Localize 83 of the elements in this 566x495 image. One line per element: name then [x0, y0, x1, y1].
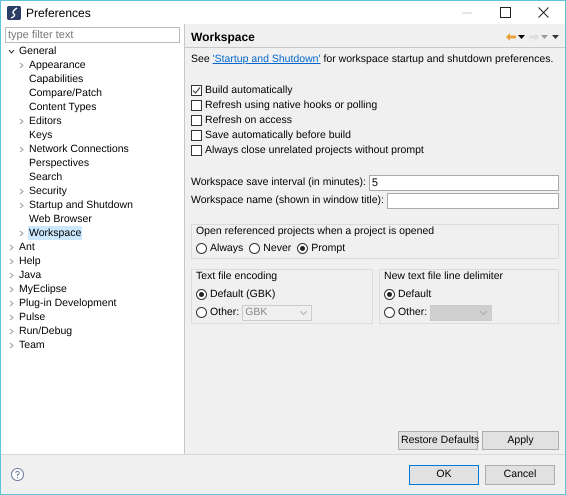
radio-button[interactable]: [196, 307, 207, 318]
chevron-right-icon[interactable]: [8, 342, 14, 348]
group-title: Text file encoding: [196, 269, 278, 284]
tree-item[interactable]: Capabilities: [28, 72, 84, 86]
tree-item[interactable]: Pulse: [18, 310, 46, 324]
radio-button[interactable]: [196, 289, 207, 300]
chevron-right-icon[interactable]: [8, 272, 14, 278]
tree-item[interactable]: Search: [28, 170, 64, 184]
radio-label: Default (GBK): [210, 287, 276, 302]
tree-item[interactable]: Compare/Patch: [28, 86, 103, 100]
chevron-right-icon[interactable]: [8, 314, 14, 320]
tree-item[interactable]: MyEclipse: [18, 282, 68, 296]
tree-item[interactable]: Content Types: [28, 100, 98, 114]
checkbox[interactable]: [191, 85, 202, 96]
radio-button[interactable]: [384, 289, 395, 300]
checkbox[interactable]: [191, 145, 202, 156]
radio-label: Other:: [210, 304, 240, 320]
checkbox-label: Save automatically before build: [205, 128, 351, 143]
radio-label: Prompt: [311, 240, 346, 256]
tree-item[interactable]: Perspectives: [28, 156, 90, 170]
tree-item[interactable]: Help: [18, 254, 42, 268]
checkbox-label: Always close unrelated projects without prompt: [205, 142, 424, 158]
tree-item[interactable]: Web Browser: [28, 212, 93, 226]
checkbox-label: Refresh on access: [205, 112, 292, 128]
field-label: Workspace name (shown in window title):: [191, 192, 384, 208]
view-menu-icon[interactable]: [552, 34, 559, 38]
tree-item[interactable]: Plug-in Development: [18, 296, 118, 310]
cancel-button[interactable]: Cancel: [485, 464, 555, 484]
tree-item[interactable]: Editors: [28, 114, 63, 128]
group-title: New text file line delimiter: [384, 269, 504, 284]
chevron-right-icon[interactable]: [8, 244, 14, 250]
tree-item[interactable]: Appearance: [28, 58, 87, 72]
chevron-right-icon[interactable]: [8, 258, 14, 264]
tree-item[interactable]: Workspace: [28, 226, 82, 240]
tree-item[interactable]: Ant: [18, 240, 36, 254]
intro-text: See 'Startup and Shutdown' for workspace startup and shutdown preferences.: [191, 52, 554, 67]
tree-item[interactable]: Run/Debug: [18, 324, 74, 338]
apply-button[interactable]: Apply: [482, 431, 559, 450]
window-title: Preferences: [26, 4, 91, 22]
checkbox[interactable]: [191, 100, 202, 112]
tree-item[interactable]: Java: [18, 268, 42, 282]
dropdown-caret-icon[interactable]: [518, 34, 525, 38]
input-field[interactable]: 5: [368, 174, 559, 191]
checkbox[interactable]: [191, 115, 202, 126]
radio-button[interactable]: [297, 242, 308, 254]
chevron-down-icon[interactable]: [8, 48, 14, 54]
radio-button[interactable]: [249, 242, 260, 254]
radio-button[interactable]: [196, 242, 207, 254]
radio-label: Other:: [398, 304, 428, 320]
close-icon[interactable]: [538, 7, 549, 18]
radio-button[interactable]: [384, 307, 395, 318]
restore-defaults-button[interactable]: Restore Defaults: [398, 431, 478, 450]
chevron-right-icon[interactable]: [18, 146, 24, 152]
chevron-right-icon[interactable]: [18, 118, 24, 124]
field-label: Workspace save interval (in minutes):: [191, 174, 366, 190]
checkbox-label: Refresh using native hooks or polling: [205, 98, 378, 113]
checkbox-label: Build automatically: [205, 82, 293, 98]
tree-item[interactable]: Network Connections: [28, 142, 130, 156]
chevron-right-icon[interactable]: [18, 62, 24, 68]
tree-item[interactable]: General: [18, 44, 58, 58]
chevron-right-icon[interactable]: [18, 188, 24, 194]
chevron-right-icon[interactable]: [18, 202, 24, 208]
page-title: Workspace: [191, 28, 255, 46]
app-icon: [7, 6, 21, 20]
radio-label: Never: [263, 240, 292, 256]
chevron-right-icon[interactable]: [18, 230, 24, 236]
tree-item[interactable]: Keys: [28, 128, 54, 142]
help-icon[interactable]: [11, 468, 24, 481]
input-field[interactable]: [386, 192, 559, 209]
chevron-right-icon[interactable]: [8, 286, 14, 292]
chevron-right-icon[interactable]: [8, 328, 14, 334]
radio-label: Always: [210, 240, 244, 256]
link[interactable]: 'Startup and Shutdown': [212, 53, 321, 65]
filter-field[interactable]: type filter text: [5, 27, 180, 43]
checkbox[interactable]: [191, 130, 202, 142]
radio-label: Default: [398, 287, 432, 302]
maximize-icon[interactable]: [500, 7, 511, 18]
tree-item[interactable]: Team: [18, 338, 46, 352]
ok-button[interactable]: OK: [409, 464, 479, 484]
chevron-right-icon[interactable]: [8, 300, 14, 306]
tree-item[interactable]: Security: [28, 184, 68, 198]
group-title: Open referenced projects when a project is opened: [196, 224, 436, 239]
tree-item[interactable]: Startup and Shutdown: [28, 198, 134, 212]
